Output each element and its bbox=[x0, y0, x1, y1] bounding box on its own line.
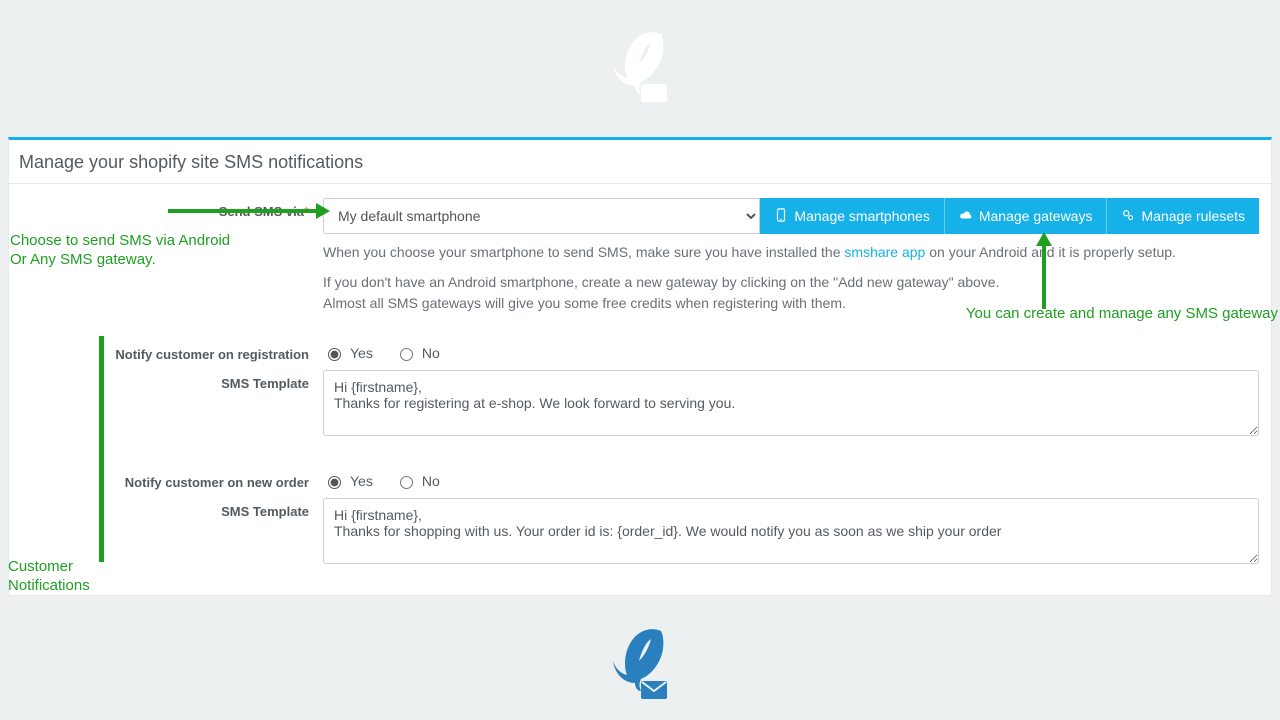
cloud-icon bbox=[959, 208, 973, 225]
new-order-template-textarea[interactable] bbox=[323, 498, 1259, 564]
label-send-sms-via: Send SMS via* bbox=[21, 198, 323, 219]
helper-text-1: When you choose your smartphone to send … bbox=[323, 242, 1259, 262]
row-notify-new-order: Notify customer on new order Yes No bbox=[21, 469, 1259, 490]
label-registration-template: SMS Template bbox=[21, 370, 323, 391]
mobile-icon bbox=[774, 208, 788, 225]
helper-text-2: If you don't have an Android smartphone,… bbox=[323, 272, 1259, 313]
hero-band bbox=[0, 0, 1280, 125]
button-group: Manage smartphones Manage gateways bbox=[760, 198, 1259, 234]
row-new-order-template: SMS Template bbox=[21, 498, 1259, 569]
notify-new-order-no[interactable]: No bbox=[395, 473, 440, 489]
notify-registration-no[interactable]: No bbox=[395, 345, 440, 361]
logo-bottom bbox=[611, 625, 669, 708]
panel-title: Manage your shopify site SMS notificatio… bbox=[9, 140, 1271, 184]
manage-rulesets-button[interactable]: Manage rulesets bbox=[1106, 198, 1259, 234]
gears-icon bbox=[1121, 208, 1135, 225]
label-new-order-template: SMS Template bbox=[21, 498, 323, 519]
label-notify-registration: Notify customer on registration bbox=[21, 341, 323, 362]
row-registration-template: SMS Template bbox=[21, 370, 1259, 441]
row-notify-registration: Notify customer on registration Yes No bbox=[21, 341, 1259, 362]
manage-smartphones-button[interactable]: Manage smartphones bbox=[760, 198, 943, 234]
manage-gateways-button[interactable]: Manage gateways bbox=[944, 198, 1107, 234]
registration-template-textarea[interactable] bbox=[323, 370, 1259, 436]
panel-body: Send SMS via* My default smartphone Mana… bbox=[9, 184, 1271, 595]
smshare-app-link[interactable]: smshare app bbox=[844, 244, 925, 260]
settings-panel: Manage your shopify site SMS notificatio… bbox=[8, 137, 1272, 596]
send-sms-via-select[interactable]: My default smartphone bbox=[323, 198, 760, 234]
logo-top bbox=[611, 28, 669, 111]
row-send-sms-via: Send SMS via* My default smartphone Mana… bbox=[21, 198, 1259, 313]
notify-registration-yes[interactable]: Yes bbox=[323, 345, 373, 361]
notify-new-order-yes[interactable]: Yes bbox=[323, 473, 373, 489]
label-notify-new-order: Notify customer on new order bbox=[21, 469, 323, 490]
annotation-bracket bbox=[99, 336, 104, 562]
